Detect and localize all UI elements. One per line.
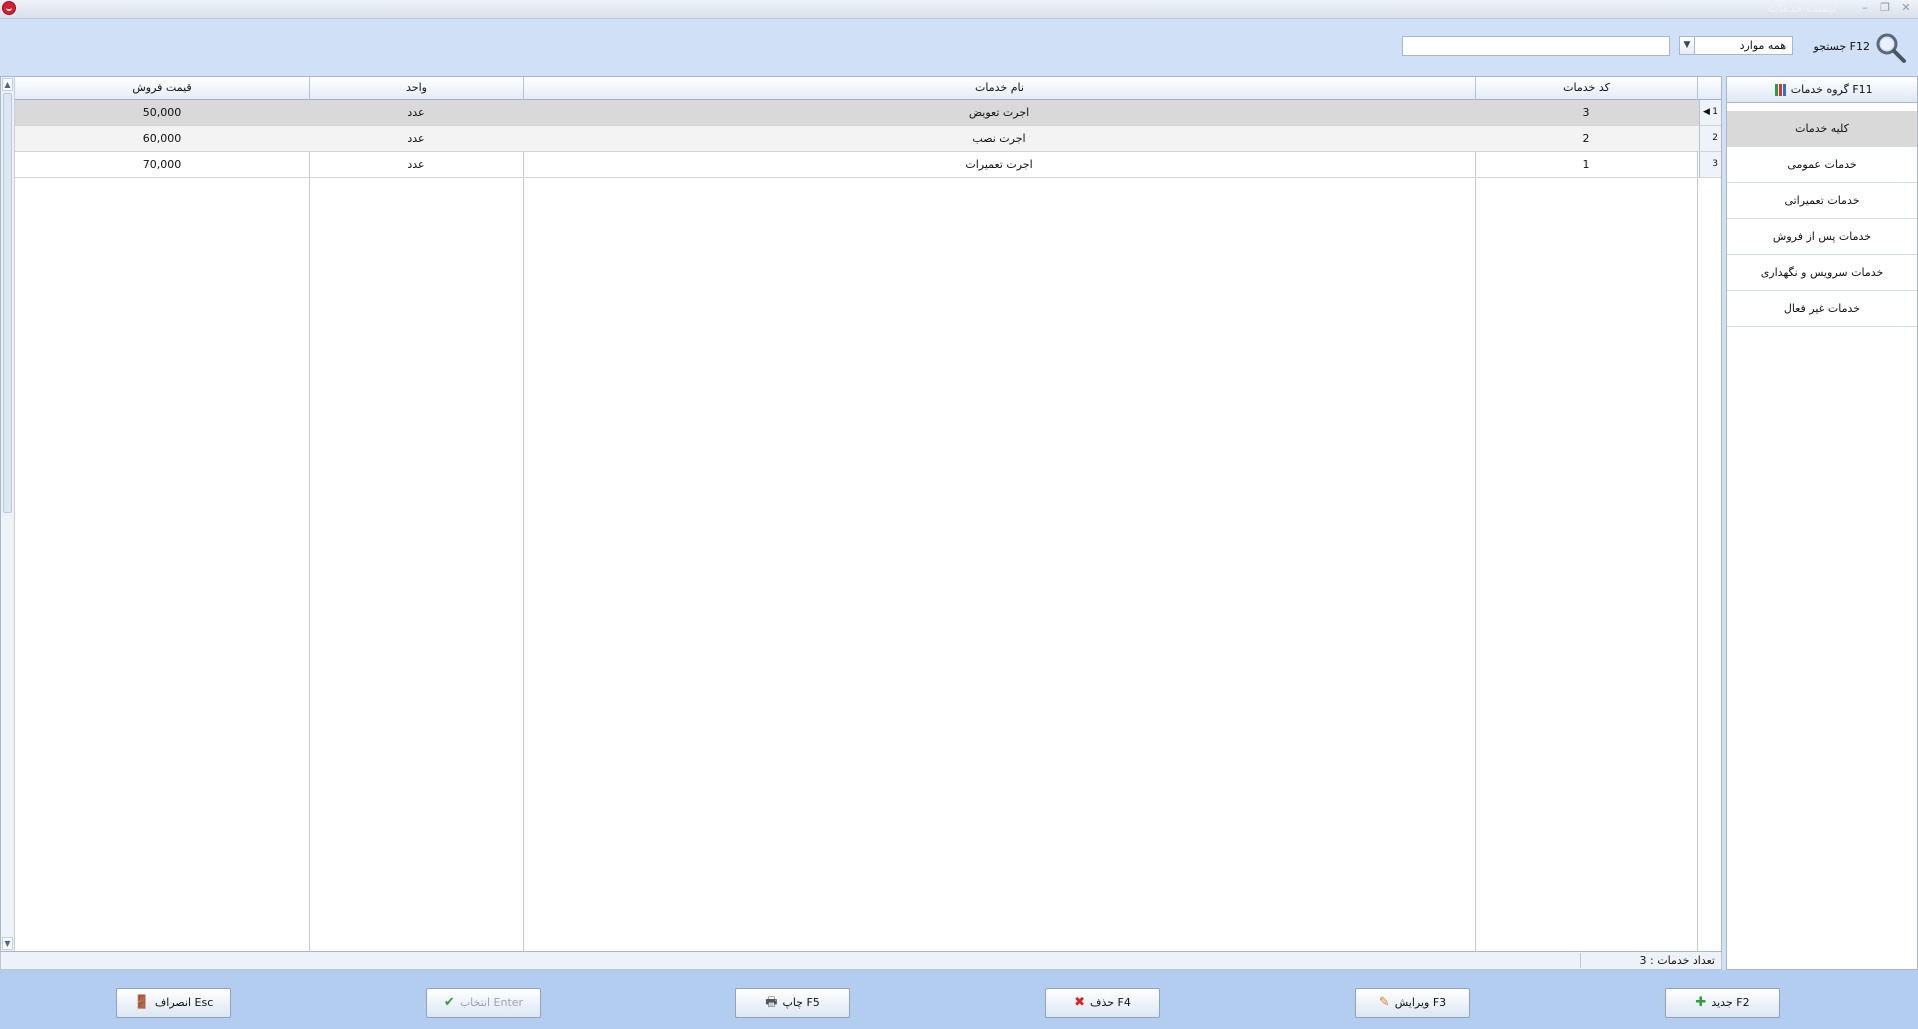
print-button-label: چاپ F5 xyxy=(782,996,820,1009)
row-number-text: 3 xyxy=(1712,159,1718,169)
grid-header: قیمت فروش واحد نام خدمات کد خدمات xyxy=(15,77,1721,100)
delete-button[interactable]: ✖ حذف F4 xyxy=(1045,988,1160,1018)
cell-name: اجرت تعمیرات xyxy=(965,158,1033,171)
table-row[interactable]: 50,000 عدد اجرت تعویض 3 ◀ 1 xyxy=(15,100,1721,126)
grid-icon xyxy=(1775,84,1788,96)
scroll-down-icon[interactable]: ▼ xyxy=(2,937,13,950)
scroll-thumb[interactable] xyxy=(3,93,12,513)
printer-icon: 🖶 xyxy=(765,995,778,1010)
row-number-text: 2 xyxy=(1712,133,1718,143)
minimize-button[interactable]: – xyxy=(1856,0,1874,16)
new-button-label: جدید F2 xyxy=(1711,996,1750,1009)
plus-icon: ✚ xyxy=(1695,995,1707,1010)
row-number[interactable]: ◀ 1 xyxy=(1699,100,1721,125)
column-divider xyxy=(523,100,524,951)
column-header-row-number xyxy=(1697,77,1721,100)
select-button-label: انتخاب Enter xyxy=(459,996,524,1009)
column-header-name[interactable]: نام خدمات xyxy=(523,77,1475,100)
grid-scrollbar[interactable]: ▲ ▼ xyxy=(1,77,15,951)
print-button[interactable]: 🖶 چاپ F5 xyxy=(735,988,850,1018)
filter-dropdown[interactable]: همه موارد ▼ xyxy=(1679,36,1793,55)
cell-code: 2 xyxy=(1582,132,1590,145)
cancel-button[interactable]: 🚪 انصراف Esc xyxy=(116,988,231,1018)
cell-unit: عدد xyxy=(407,106,425,119)
service-groups-panel: گروه خدمات F11 کلیه خدمات خدمات عمومی خد… xyxy=(1726,76,1918,970)
row-number[interactable]: 3 xyxy=(1699,152,1721,177)
group-item-inactive[interactable]: خدمات غیر فعال xyxy=(1727,291,1917,327)
search-icon[interactable] xyxy=(1874,31,1908,65)
row-number[interactable]: 2 xyxy=(1699,126,1721,151)
service-groups-title: گروه خدمات F11 xyxy=(1790,83,1873,96)
check-icon: ✔ xyxy=(443,995,455,1010)
group-item-repair[interactable]: خدمات تعمیراتی xyxy=(1727,183,1917,219)
table-row[interactable]: 70,000 عدد اجرت تعمیرات 1 3 xyxy=(15,152,1721,178)
cell-code: 3 xyxy=(1582,106,1590,119)
edit-button[interactable]: ✎ ویرایش F3 xyxy=(1355,988,1470,1018)
filter-selected-value: همه موارد xyxy=(1739,39,1786,52)
services-grid: ▲ ▼ قیمت فروش واحد نام خدمات کد خدمات 50… xyxy=(0,76,1722,952)
column-divider xyxy=(1475,100,1476,951)
app-icon[interactable] xyxy=(2,1,16,15)
cell-price: 50,000 xyxy=(142,106,182,119)
cell-unit: عدد xyxy=(407,158,425,171)
group-item-general[interactable]: خدمات عمومی xyxy=(1727,147,1917,183)
cancel-button-label: انصراف Esc xyxy=(154,996,214,1009)
search-input[interactable] xyxy=(1402,36,1670,56)
column-header-unit[interactable]: واحد xyxy=(309,77,523,100)
new-button[interactable]: ✚ جدید F2 xyxy=(1665,988,1780,1018)
chevron-down-icon[interactable]: ▼ xyxy=(1680,37,1695,54)
scroll-up-icon[interactable]: ▲ xyxy=(2,78,13,91)
cell-name: اجرت نصب xyxy=(972,132,1026,145)
close-button[interactable]: ✕ xyxy=(1897,0,1915,16)
delete-x-icon: ✖ xyxy=(1074,995,1086,1010)
service-count: تعداد خدمات : 3 xyxy=(1639,954,1715,967)
cell-name: اجرت تعویض xyxy=(968,106,1030,119)
group-item-after-sales[interactable]: خدمات پس از فروش xyxy=(1727,219,1917,255)
table-row[interactable]: 60,000 عدد اجرت نصب 2 2 xyxy=(15,126,1721,152)
window-title: لیست خدمات xyxy=(1767,1,1836,15)
title-bar: لیست خدمات – ❐ ✕ xyxy=(0,0,1918,19)
door-icon: 🚪 xyxy=(133,995,150,1010)
cell-price: 60,000 xyxy=(142,132,182,145)
restore-button[interactable]: ❐ xyxy=(1876,0,1894,16)
search-toolbar: جستجو F12 همه موارد ▼ xyxy=(0,19,1918,76)
status-divider xyxy=(1580,953,1581,968)
edit-button-label: ویرایش F3 xyxy=(1394,996,1447,1009)
action-bar: 🚪 انصراف Esc ✔ انتخاب Enter 🖶 چاپ F5 ✖ حذف F… xyxy=(0,970,1918,1029)
group-item-all[interactable]: کلیه خدمات xyxy=(1727,111,1917,147)
pencil-icon: ✎ xyxy=(1378,995,1390,1010)
search-label: جستجو F12 xyxy=(1813,40,1870,53)
column-header-code[interactable]: کد خدمات xyxy=(1475,77,1697,100)
group-item-maintenance[interactable]: خدمات سرویس و نگهداری xyxy=(1727,255,1917,291)
column-header-price[interactable]: قیمت فروش xyxy=(15,77,309,100)
cell-price: 70,000 xyxy=(142,158,182,171)
row-number-text: 1 xyxy=(1712,107,1718,117)
current-row-arrow-icon: ◀ xyxy=(1703,107,1710,117)
cell-code: 1 xyxy=(1582,158,1590,171)
delete-button-label: حذف F4 xyxy=(1090,996,1131,1009)
status-bar: تعداد خدمات : 3 xyxy=(0,952,1722,970)
column-divider xyxy=(1697,100,1698,951)
service-groups-header[interactable]: گروه خدمات F11 xyxy=(1727,77,1917,103)
column-divider xyxy=(309,100,310,951)
cell-unit: عدد xyxy=(407,132,425,145)
select-button[interactable]: ✔ انتخاب Enter xyxy=(426,988,541,1018)
